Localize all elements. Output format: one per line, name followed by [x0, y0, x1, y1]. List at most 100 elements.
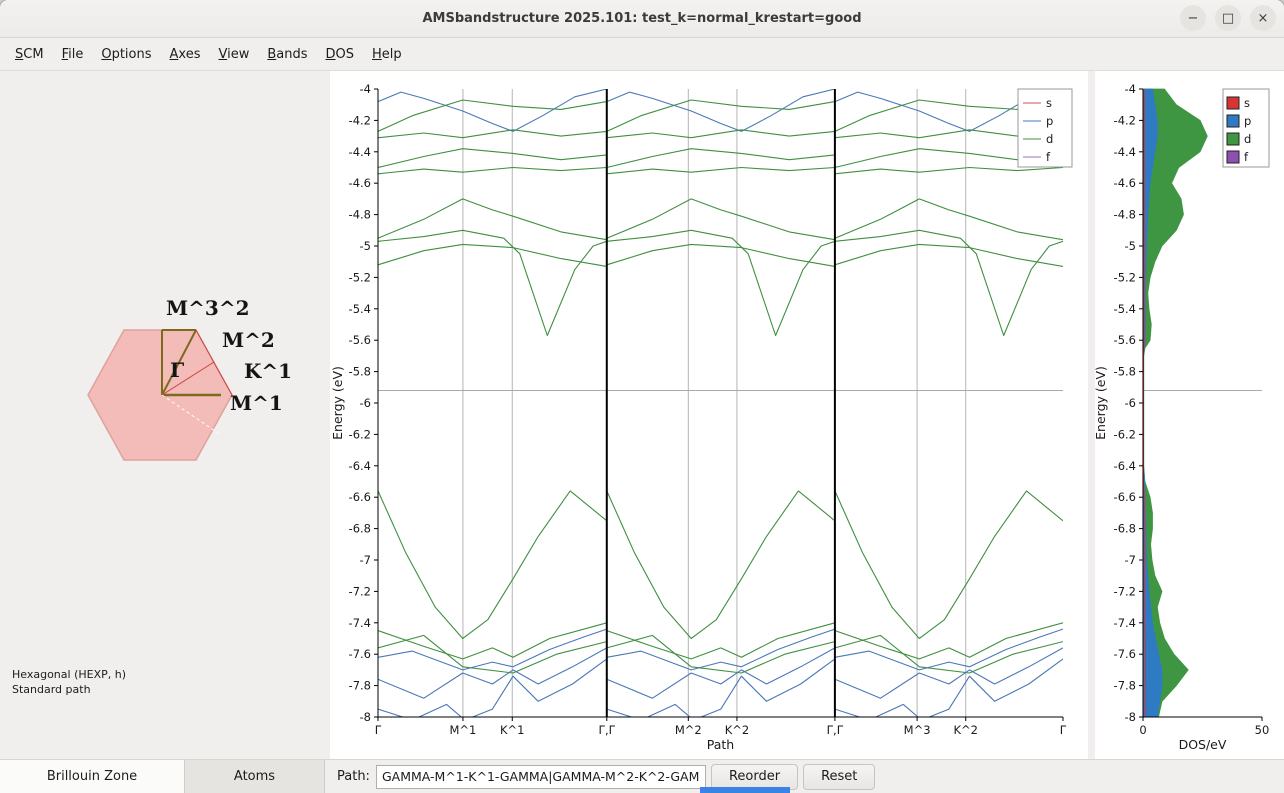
dos-ytick-label: -4	[1125, 82, 1136, 96]
band-line-p	[378, 648, 607, 698]
dos-ytick-label: -8	[1125, 710, 1136, 724]
brillouin-zone-drawing[interactable]: M^3^2M^2ΓK^1M^1	[0, 71, 325, 760]
maximize-button[interactable]: □	[1215, 5, 1241, 31]
band-line-d	[607, 199, 835, 240]
menu-dos[interactable]: DOS	[317, 42, 364, 67]
band-xtick-label: K^2	[725, 723, 750, 737]
band-line-d	[607, 149, 835, 168]
band-line-p	[835, 648, 1063, 698]
kpoint-label-gamma: Γ	[170, 358, 184, 382]
path-label: Path:	[337, 769, 370, 784]
dos-ytick-label: -6.6	[1114, 490, 1136, 504]
band-ytick-label: -7.2	[349, 584, 371, 598]
band-xaxis-title: Path	[707, 737, 734, 752]
band-line-p	[835, 629, 1063, 670]
reset-button[interactable]: Reset	[803, 764, 875, 790]
menu-view[interactable]: View	[210, 42, 259, 67]
dos-xtick-label: 50	[1255, 723, 1270, 737]
kpoint-label-m2: M^2	[222, 328, 275, 352]
dos-ytick-label: -5.8	[1114, 365, 1136, 379]
dos-plot[interactable]: -4-4.2-4.4-4.6-4.8-5-5.2-5.4-5.6-5.8-6-6…	[1095, 71, 1284, 760]
progress-indicator	[700, 787, 790, 793]
dos-legend-swatch-f	[1227, 151, 1239, 163]
menu-axes[interactable]: Axes	[161, 42, 210, 67]
dos-ytick-label: -6.2	[1114, 427, 1136, 441]
band-line-d	[607, 244, 835, 266]
dos-ytick-label: -7.6	[1114, 647, 1136, 661]
lattice-path-text: Standard path	[12, 683, 126, 698]
band-ytick-label: -6.4	[349, 459, 371, 473]
band-line-d	[835, 491, 1063, 639]
band-ytick-label: -7	[360, 553, 371, 567]
band-line-p	[835, 659, 1063, 720]
band-line-d	[607, 168, 835, 174]
dos-panel: -4-4.2-4.4-4.6-4.8-5-5.2-5.4-5.6-5.8-6-6…	[1095, 71, 1284, 760]
band-ytick-label: -5.2	[349, 270, 371, 284]
band-line-p	[607, 659, 835, 720]
close-button[interactable]: ×	[1250, 5, 1276, 31]
dos-legend-label-d: d	[1244, 132, 1251, 146]
menu-file[interactable]: File	[53, 42, 93, 67]
dos-ytick-label: -7.4	[1114, 616, 1136, 630]
dos-legend-swatch-s	[1227, 97, 1239, 109]
band-xtick-label: M^1	[450, 723, 477, 737]
dos-legend-label-s: s	[1244, 96, 1250, 110]
band-line-d	[378, 244, 607, 266]
band-structure-plot[interactable]: -4-4.2-4.4-4.6-4.8-5-5.2-5.4-5.6-5.8-6-6…	[330, 71, 1088, 760]
band-xtick-label: Γ	[375, 723, 382, 737]
band-line-d	[835, 244, 1063, 266]
reorder-button[interactable]: Reorder	[711, 764, 798, 790]
band-xtick-label: M^2	[675, 723, 702, 737]
tab-brillouin-zone[interactable]: Brillouin Zone	[0, 760, 185, 793]
band-line-p	[607, 89, 835, 131]
window-titlebar[interactable]: AMSbandstructure 2025.101: test_k=normal…	[0, 0, 1284, 38]
band-line-d	[835, 199, 1063, 240]
menu-bands[interactable]: Bands	[258, 42, 316, 67]
band-line-d	[835, 168, 1063, 174]
band-line-d	[378, 199, 607, 240]
dos-legend-swatch-d	[1227, 133, 1239, 145]
dos-ytick-label: -7.8	[1114, 679, 1136, 693]
tab-atoms[interactable]: Atoms	[185, 760, 325, 793]
band-ytick-label: -5	[360, 239, 371, 253]
band-line-p	[607, 648, 835, 698]
dos-ytick-label: -5.6	[1114, 333, 1136, 347]
kpoint-label-m3m2: M^3^2	[166, 296, 250, 320]
band-legend-label-p: p	[1046, 114, 1053, 128]
band-ytick-label: -5.6	[349, 333, 371, 347]
band-ytick-label: -6.8	[349, 522, 371, 536]
dos-ytick-label: -4.4	[1114, 145, 1136, 159]
band-line-d	[378, 130, 607, 138]
band-ytick-label: -6	[360, 396, 371, 410]
dos-ytick-label: -7.2	[1114, 584, 1136, 598]
menu-help[interactable]: Help	[363, 42, 411, 67]
dos-ytick-label: -6.8	[1114, 522, 1136, 536]
band-ytick-label: -4.6	[349, 176, 371, 190]
band-line-d	[378, 168, 607, 174]
band-yaxis-title: Energy (eV)	[330, 366, 345, 440]
band-line-d	[378, 149, 607, 168]
minimize-button[interactable]: −	[1180, 5, 1206, 31]
dos-ytick-label: -6	[1125, 396, 1136, 410]
lattice-caption: Hexagonal (HEXP, h) Standard path	[12, 668, 126, 698]
band-ytick-label: -4	[360, 82, 371, 96]
band-line-d	[378, 491, 607, 639]
band-legend	[1018, 89, 1072, 167]
menu-options[interactable]: Options	[92, 42, 160, 67]
band-xtick-label: Γ	[1060, 723, 1067, 737]
band-xtick-label: K^2	[953, 723, 978, 737]
band-xtick-label: M^3	[904, 723, 931, 737]
dos-ytick-label: -5	[1125, 239, 1136, 253]
band-line-p	[378, 629, 607, 670]
dos-yaxis-title: Energy (eV)	[1095, 366, 1108, 440]
band-ytick-label: -7.6	[349, 647, 371, 661]
path-input[interactable]	[376, 765, 706, 789]
band-structure-panel: -4-4.2-4.4-4.6-4.8-5-5.2-5.4-5.6-5.8-6-6…	[330, 71, 1088, 760]
menu-scm[interactable]: SCM	[6, 42, 53, 67]
dos-ytick-label: -7	[1125, 553, 1136, 567]
band-lines	[378, 89, 1063, 720]
dos-ytick-label: -5.2	[1114, 270, 1136, 284]
band-ytick-label: -5.4	[349, 302, 371, 316]
band-ytick-label: -7.4	[349, 616, 371, 630]
band-ytick-label: -7.8	[349, 679, 371, 693]
